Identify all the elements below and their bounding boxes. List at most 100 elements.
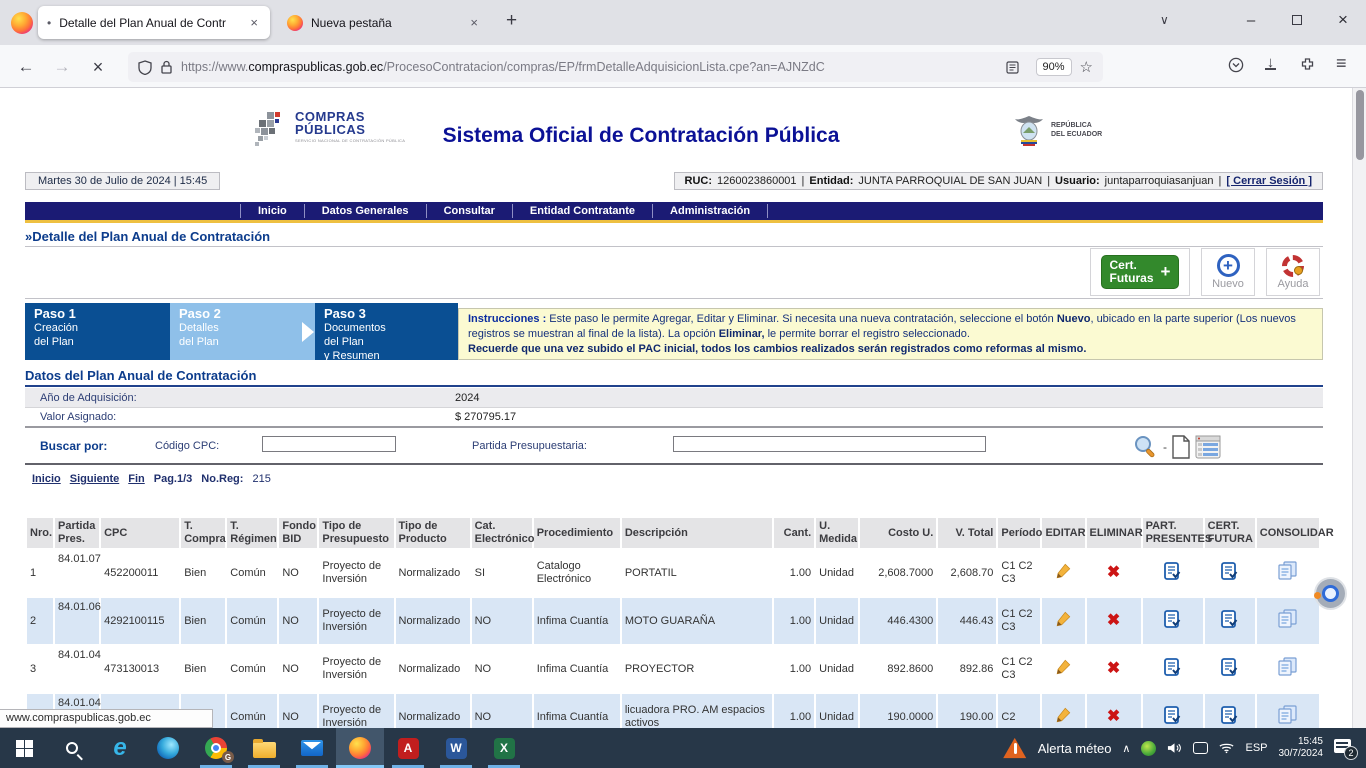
clock-date: 30/7/2024 [1279, 748, 1324, 760]
step-1[interactable]: Paso 1 Creación del Plan [25, 303, 170, 360]
start-button[interactable] [0, 728, 48, 768]
edit-pencil-icon[interactable] [1054, 706, 1072, 724]
cert-futura-doc-icon[interactable] [1221, 658, 1238, 676]
list-all-tabs-icon[interactable]: ∨ [1160, 13, 1169, 27]
tray-chevron-icon[interactable]: ∧ [1122, 742, 1130, 755]
nav-item-datos-generales[interactable]: Datos Generales [305, 204, 427, 218]
participantes-doc-icon[interactable] [1164, 562, 1181, 580]
window-close-button[interactable]: × [1320, 0, 1366, 40]
pagination-siguiente-link[interactable]: Siguiente [70, 473, 120, 485]
scrollbar-thumb[interactable] [1356, 90, 1364, 160]
search-icon[interactable] [1133, 434, 1159, 460]
taskbar-edge[interactable] [144, 728, 192, 768]
delete-x-icon[interactable]: ✖ [1107, 708, 1120, 725]
lock-icon[interactable] [161, 60, 172, 74]
taskbar-clock[interactable]: 15:45 30/7/2024 [1279, 736, 1324, 760]
extensions-icon[interactable] [1300, 57, 1315, 72]
nav-item-inicio[interactable]: Inicio [240, 204, 305, 218]
browser-scrollbar[interactable] [1352, 88, 1366, 728]
pocket-icon[interactable] [1228, 57, 1244, 73]
url-text[interactable]: https://www.compraspublicas.gob.ec/Proce… [181, 60, 1006, 74]
edit-pencil-icon[interactable] [1054, 562, 1072, 580]
downloads-icon[interactable]: ↓ [1265, 54, 1276, 70]
cert-futura-doc-icon[interactable] [1221, 610, 1238, 628]
taskbar-file-explorer[interactable] [240, 728, 288, 768]
table-row: 3 84.01.04 473130013 Bien Común NO Proye… [27, 646, 1319, 692]
taskbar-mail[interactable] [288, 728, 336, 768]
weather-alert-icon[interactable] [1003, 738, 1027, 759]
notification-center-button[interactable]: 2 [1334, 739, 1354, 757]
republic-line2: DEL ECUADOR [1051, 130, 1102, 139]
zoom-level-badge[interactable]: 90% [1036, 58, 1072, 76]
cell-u-medida: Unidad [816, 694, 858, 728]
datos-row-year: Año de Adquisición: 2024 [25, 388, 1323, 408]
window-maximize-button[interactable] [1274, 0, 1320, 40]
menu-hamburger-icon[interactable]: ≡ [1336, 53, 1347, 74]
edit-pencil-icon[interactable] [1054, 658, 1072, 676]
pagination-inicio-link[interactable]: Inicio [32, 473, 61, 485]
tab-new-tab[interactable]: Nueva pestaña × [278, 6, 490, 39]
bookmark-star-icon[interactable]: ☆ [1080, 58, 1093, 76]
floating-widget[interactable] [1314, 577, 1347, 610]
dash-separator: - [1163, 440, 1167, 454]
cell-fondo-bid: NO [279, 598, 317, 644]
nuevo-button[interactable]: + Nuevo [1201, 248, 1255, 296]
cell-fondo-bid: NO [279, 694, 317, 728]
consolidar-copy-icon[interactable] [1277, 657, 1299, 677]
tab-active[interactable]: • Detalle del Plan Anual de Contr × [38, 6, 270, 39]
taskbar-firefox-active[interactable] [336, 728, 384, 768]
cert-futura-doc-icon[interactable] [1221, 562, 1238, 580]
taskbar-word[interactable]: W [432, 728, 480, 768]
taskbar-acrobat[interactable]: A [384, 728, 432, 768]
antivirus-tray-icon[interactable] [1141, 741, 1156, 756]
year-label: Año de Adquisición: [40, 392, 137, 404]
taskbar-search-button[interactable] [48, 728, 96, 768]
participantes-doc-icon[interactable] [1164, 610, 1181, 628]
back-button[interactable]: ← [12, 53, 40, 81]
window-minimize-button[interactable]: – [1228, 0, 1274, 40]
participantes-doc-icon[interactable] [1164, 658, 1181, 676]
stop-reload-button[interactable]: × [84, 53, 112, 81]
delete-x-icon[interactable]: ✖ [1107, 612, 1120, 629]
cell-partida: 84.01.06 [55, 598, 99, 644]
cert-futura-doc-icon[interactable] [1221, 706, 1238, 724]
consolidar-copy-icon[interactable] [1277, 609, 1299, 629]
report-list-icon[interactable] [1195, 435, 1221, 459]
tab-close-icon[interactable]: × [467, 15, 481, 30]
cpc-input[interactable] [262, 436, 396, 452]
instructions-text: le permite borrar el registro selecciona… [765, 328, 970, 340]
tab-close-icon[interactable]: × [247, 15, 261, 30]
shield-icon[interactable] [138, 60, 152, 75]
nav-item-administracion[interactable]: Administración [653, 204, 768, 218]
new-document-icon[interactable] [1171, 435, 1191, 459]
new-tab-button[interactable]: + [506, 10, 517, 32]
delete-x-icon[interactable]: ✖ [1107, 660, 1120, 677]
weather-alert-label[interactable]: Alerta méteo [1038, 741, 1112, 756]
nav-item-entidad-contratante[interactable]: Entidad Contratante [513, 204, 653, 218]
edit-pencil-icon[interactable] [1054, 610, 1072, 628]
step-3[interactable]: Paso 3 Documentos del Plan y Resumen [315, 303, 458, 360]
wifi-icon[interactable] [1219, 742, 1234, 754]
delete-x-icon[interactable]: ✖ [1107, 564, 1120, 581]
cell-fondo-bid: NO [279, 550, 317, 596]
volume-icon[interactable] [1167, 742, 1182, 754]
partida-input[interactable] [673, 436, 986, 452]
forward-button[interactable]: → [48, 53, 76, 81]
tray-device-icon[interactable] [1193, 742, 1208, 754]
consolidar-copy-icon[interactable] [1277, 561, 1299, 581]
taskbar-internet-explorer[interactable]: e [96, 728, 144, 768]
logout-link[interactable]: [ Cerrar Sesión ] [1226, 175, 1312, 187]
participantes-doc-icon[interactable] [1164, 706, 1181, 724]
nav-item-consultar[interactable]: Consultar [427, 204, 513, 218]
taskbar-chrome[interactable]: G [192, 728, 240, 768]
language-indicator[interactable]: ESP [1245, 742, 1267, 754]
reader-mode-icon[interactable] [1006, 61, 1019, 74]
cert-futuras-button[interactable]: Cert. Futuras + [1101, 255, 1180, 289]
consolidar-copy-icon[interactable] [1277, 705, 1299, 725]
taskbar-excel[interactable]: X [480, 728, 528, 768]
step-2-current[interactable]: Paso 2 Detalles del Plan [170, 303, 315, 360]
pagination-fin-link[interactable]: Fin [128, 473, 145, 485]
cell-eliminar: ✖ [1087, 550, 1141, 596]
ayuda-button[interactable]: Ayuda [1266, 248, 1320, 296]
address-bar[interactable]: https://www.compraspublicas.gob.ec/Proce… [128, 52, 1103, 82]
